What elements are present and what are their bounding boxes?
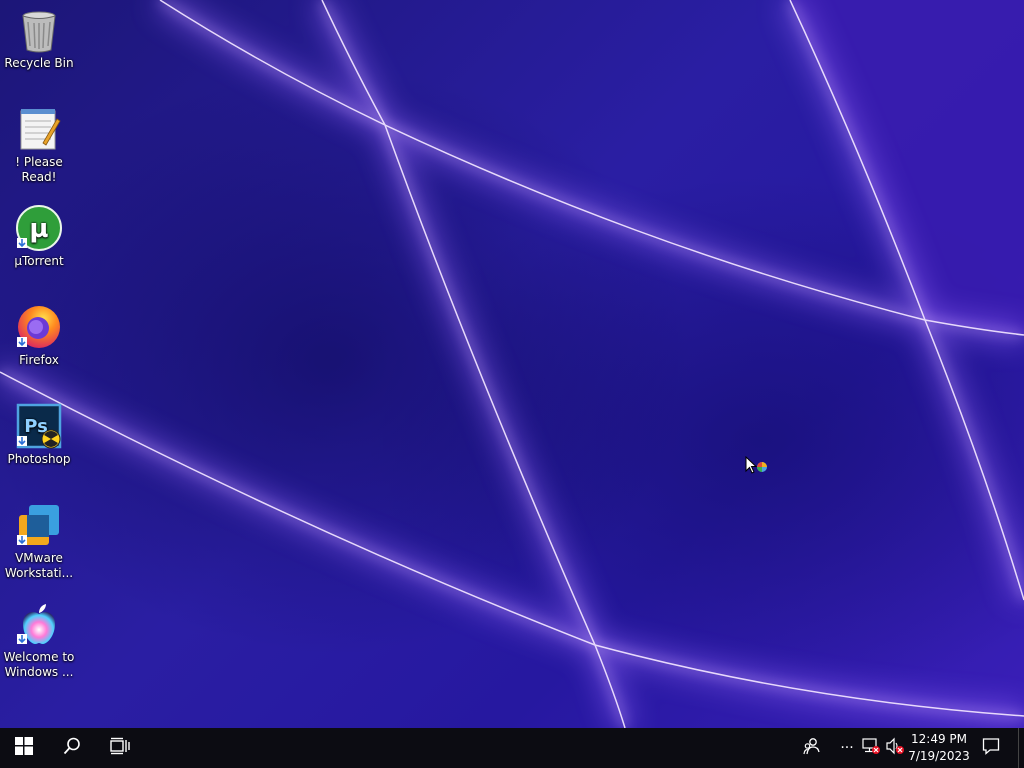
recycle-bin-icon: [15, 6, 63, 54]
apple-icon: [15, 600, 63, 648]
desktop-icon-label-line2: Windows ...: [4, 665, 74, 679]
notepad-icon: [15, 105, 63, 153]
desktop-icon-label-line1: Welcome to: [3, 650, 75, 664]
desktop-icon-label: Photoshop: [7, 452, 71, 466]
volume-button[interactable]: [884, 728, 906, 768]
overflow-label: ···: [840, 740, 854, 756]
desktop-icon-recycle-bin[interactable]: Recycle Bin: [1, 6, 77, 71]
desktop-icon-label-line2: Workstati...: [4, 566, 74, 580]
show-desktop-button[interactable]: [1018, 728, 1019, 768]
desktop: Recycle Bin ! Please Read! µ µTorrent Fi…: [0, 0, 1024, 728]
volume-muted-icon: [885, 737, 905, 759]
vmware-icon: [15, 501, 63, 549]
windows-logo-icon: [15, 737, 33, 759]
desktop-icon-welcome[interactable]: Welcome to Windows ...: [1, 600, 77, 680]
people-icon: [803, 737, 821, 759]
clock-date: 7/19/2023: [908, 749, 970, 763]
action-center-icon: [982, 737, 1000, 759]
clock-time: 12:49 PM: [911, 732, 967, 746]
clock[interactable]: 12:49 PM 7/19/2023: [906, 731, 972, 765]
action-center-button[interactable]: [976, 728, 1006, 768]
task-view-icon: [110, 737, 130, 759]
search-button[interactable]: [48, 728, 96, 768]
svg-text:µ: µ: [29, 214, 48, 244]
desktop-icon-label: ! Please Read!: [15, 155, 63, 184]
desktop-icon-photoshop[interactable]: Ps Photoshop: [1, 402, 77, 467]
people-button[interactable]: [798, 728, 826, 768]
start-button[interactable]: [0, 728, 48, 768]
firefox-icon: [15, 303, 63, 351]
desktop-icon-vmware[interactable]: VMware Workstati...: [1, 501, 77, 581]
task-view-button[interactable]: [96, 728, 144, 768]
desktop-icon-utorrent[interactable]: µ µTorrent: [1, 204, 77, 269]
wallpaper: [0, 0, 1024, 728]
desktop-icon-label-line1: VMware: [15, 551, 63, 565]
utorrent-icon: µ: [15, 204, 63, 252]
taskbar: ··· 12:49 PM 7/19/2023: [0, 728, 1024, 768]
desktop-icon-label: µTorrent: [14, 254, 64, 268]
desktop-icon-label: Recycle Bin: [4, 56, 74, 70]
photoshop-icon: Ps: [15, 402, 63, 450]
desktop-icon-please-read[interactable]: ! Please Read!: [1, 105, 77, 185]
mouse-cursor-icon: [745, 455, 769, 480]
desktop-icon-firefox[interactable]: Firefox: [1, 303, 77, 368]
network-disconnected-icon: [861, 737, 881, 759]
show-hidden-icons-button[interactable]: ···: [836, 728, 858, 768]
search-icon: [63, 737, 81, 759]
desktop-icon-label: Firefox: [19, 353, 59, 367]
network-button[interactable]: [860, 728, 882, 768]
